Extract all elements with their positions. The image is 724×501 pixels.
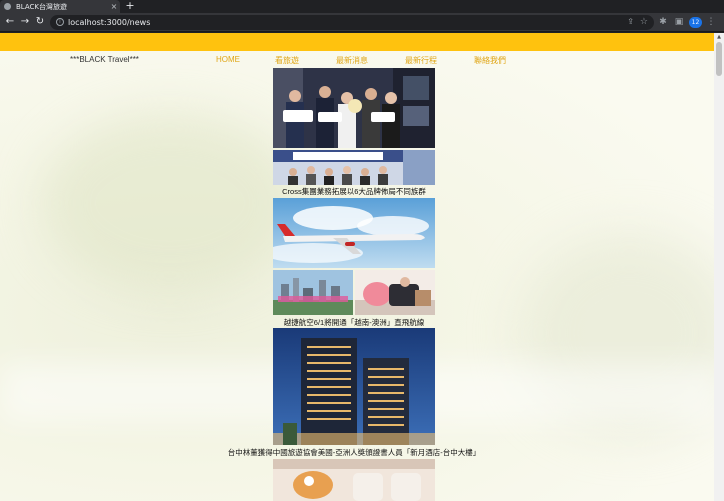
reload-icon[interactable]: ↻ bbox=[33, 15, 47, 29]
page-viewport: ***BLACK Travel*** HOME 看旅遊 最新消息 最新行程 聯絡… bbox=[0, 33, 714, 501]
address-bar[interactable]: i localhost:3000/news ⇪ ☆ bbox=[50, 15, 654, 30]
scroll-up-arrow-icon[interactable]: ▲ bbox=[714, 33, 724, 41]
page-scrollbar[interactable]: ▲ bbox=[714, 33, 724, 501]
article-image-group-photo[interactable] bbox=[273, 68, 435, 148]
scroll-thumb[interactable] bbox=[716, 42, 722, 76]
globe-icon bbox=[4, 3, 11, 10]
profile-avatar[interactable]: 12 bbox=[689, 17, 702, 28]
article-image-cabin-seat[interactable] bbox=[355, 270, 435, 315]
nav-itinerary[interactable]: 最新行程 bbox=[405, 55, 437, 66]
bookmark-star-icon[interactable]: ☆ bbox=[640, 16, 648, 28]
background-wash bbox=[40, 113, 300, 293]
site-brand[interactable]: ***BLACK Travel*** bbox=[70, 55, 139, 64]
close-tab-icon[interactable]: × bbox=[108, 2, 120, 11]
forward-arrow-icon[interactable]: → bbox=[18, 15, 32, 29]
nav-news[interactable]: 最新消息 bbox=[336, 55, 368, 66]
share-icon[interactable]: ⇪ bbox=[627, 16, 634, 28]
menu-kebab-icon[interactable]: ⋮ bbox=[705, 16, 717, 28]
article-caption[interactable]: 越捷航空6/1將開通「越南-澳洲」直飛航線 bbox=[273, 317, 435, 328]
tab-title: BLACK台灣旅遊 bbox=[16, 2, 68, 11]
tab-strip: BLACK台灣旅遊 × + bbox=[0, 0, 724, 13]
browser-tab[interactable]: BLACK台灣旅遊 × bbox=[0, 0, 120, 13]
article-image-city-skyline[interactable] bbox=[273, 270, 353, 315]
info-icon[interactable]: i bbox=[56, 18, 64, 26]
article-image-cabin-interior[interactable] bbox=[273, 459, 435, 501]
article-caption[interactable]: Cross集團業務拓展以6大品牌佈局不同族群 bbox=[273, 186, 435, 197]
top-banner bbox=[0, 33, 714, 51]
article-image-event-hall[interactable] bbox=[273, 150, 435, 185]
new-tab-button[interactable]: + bbox=[124, 0, 136, 13]
back-arrow-icon[interactable]: ← bbox=[3, 15, 17, 29]
article-image-airplane[interactable] bbox=[273, 198, 435, 268]
nav-travel[interactable]: 看旅遊 bbox=[275, 55, 299, 66]
nav-home[interactable]: HOME bbox=[216, 55, 240, 64]
nav-contact[interactable]: 聯絡我們 bbox=[474, 55, 506, 66]
browser-toolbar: ← → ↻ i localhost:3000/news ⇪ ☆ ✱ ▣ 12 ⋮ bbox=[0, 13, 724, 32]
sidepanel-icon[interactable]: ▣ bbox=[673, 16, 685, 28]
article-caption[interactable]: 台中林董獲得中國旅遊協會美國-亞洲人獎頒證書人員「新月酒店-台中大樓」 bbox=[130, 447, 578, 458]
extensions-puzzle-icon[interactable]: ✱ bbox=[657, 16, 669, 28]
article-image-hotel[interactable] bbox=[273, 328, 435, 445]
url-text[interactable]: localhost:3000/news bbox=[68, 17, 150, 28]
